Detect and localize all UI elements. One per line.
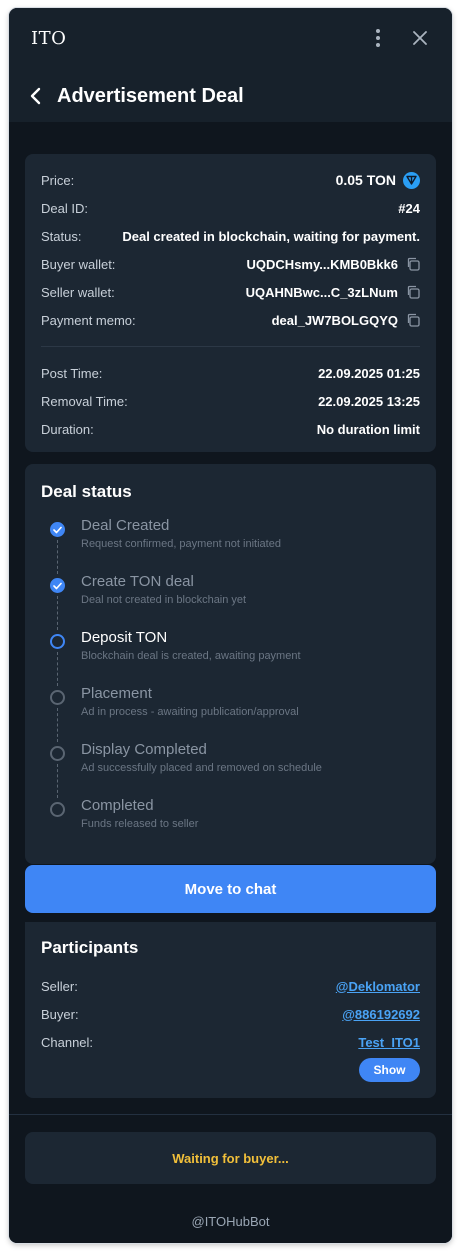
- step-subtitle: Ad in process - awaiting publication/app…: [81, 706, 299, 718]
- step-subtitle: Ad successfully placed and removed on sc…: [81, 762, 322, 774]
- check-icon: [53, 582, 62, 589]
- participants-card: Participants Seller: @Deklomator Buyer: …: [25, 922, 436, 1098]
- seller-wallet-row: Seller wallet: UQAHNBwc...C_3zLNum: [41, 278, 420, 306]
- seller-link[interactable]: @Deklomator: [336, 979, 420, 994]
- deal-id-row: Deal ID: #24: [41, 194, 420, 222]
- close-icon: [413, 31, 427, 45]
- step-circle-icon: [50, 634, 65, 649]
- deal-info-card: Price: 0.05 TON Deal ID: #24 Status: Dea…: [25, 154, 436, 452]
- memo-value: deal_JW7BOLGQYQ: [271, 312, 398, 328]
- channel-link[interactable]: Test_ITO1: [358, 1035, 420, 1050]
- move-to-chat-button[interactable]: Move to chat: [25, 865, 436, 913]
- step-title: Deal Created: [81, 517, 170, 534]
- step-title: Deposit TON: [81, 629, 168, 646]
- status-step: Create TON deal Deal not created in block…: [41, 570, 420, 630]
- step-check-icon: [50, 578, 65, 593]
- participants-title: Participants: [41, 938, 139, 957]
- status-step: Display Completed Ad successfully placed …: [41, 738, 420, 798]
- check-icon: [53, 526, 62, 533]
- status-steps: Deal Created Request confirmed, payment n…: [41, 514, 420, 850]
- price-label: Price:: [41, 172, 75, 188]
- status-step: Deal Created Request confirmed, payment n…: [41, 514, 420, 574]
- step-title: Completed: [81, 797, 154, 814]
- mini-app-window: ITO Advertisement Deal Price: 0.05 TON D…: [9, 8, 452, 1243]
- show-button[interactable]: Show: [359, 1058, 420, 1082]
- buyer-row: Buyer: @886192692: [41, 1000, 420, 1028]
- deal-status-card: Deal status Deal Created Request confirme…: [25, 464, 436, 864]
- step-title: Display Completed: [81, 741, 207, 758]
- ton-icon: [403, 171, 420, 189]
- back-button[interactable]: [21, 82, 49, 110]
- status-value: Deal created in blockchain, waiting for …: [122, 228, 420, 244]
- copy-icon[interactable]: [406, 313, 420, 327]
- page-title: Advertisement Deal: [57, 84, 244, 107]
- removal-time-value: 22.09.2025 13:25: [318, 393, 420, 409]
- step-subtitle: Funds released to seller: [81, 818, 199, 830]
- step-subtitle: Request confirmed, payment not initiated: [81, 538, 281, 550]
- buyer-wallet-value: UQDCHsmy...KMB0Bkk6: [246, 256, 398, 272]
- status-step: Placement Ad in process - awaiting public…: [41, 682, 420, 742]
- memo-label: Payment memo:: [41, 312, 136, 328]
- deal-status-title: Deal status: [41, 482, 132, 501]
- step-circle-icon: [50, 746, 65, 761]
- step-circle-icon: [50, 802, 65, 817]
- step-connector: [57, 764, 58, 798]
- price-value: 0.05 TON: [335, 172, 396, 188]
- deal-id-value: #24: [398, 200, 420, 216]
- step-connector: [57, 708, 58, 742]
- buyer-wallet-label: Buyer wallet:: [41, 256, 116, 272]
- copy-icon[interactable]: [406, 257, 420, 271]
- back-arrow-icon: [30, 87, 41, 105]
- seller-wallet-value: UQAHNBwc...C_3zLNum: [245, 284, 398, 300]
- more-vertical-icon: [376, 29, 380, 47]
- price-row: Price: 0.05 TON: [41, 166, 420, 194]
- duration-label: Duration:: [41, 421, 94, 437]
- buyer-label: Buyer:: [41, 1006, 79, 1022]
- divider: [41, 346, 420, 347]
- memo-group: deal_JW7BOLGQYQ: [272, 313, 420, 328]
- step-circle-icon: [50, 690, 65, 705]
- page-header: Advertisement Deal: [9, 68, 452, 124]
- step-title: Placement: [81, 685, 152, 702]
- price-value-group: 0.05 TON: [335, 171, 420, 189]
- seller-label: Seller:: [41, 978, 78, 994]
- status-step: Deposit TON Blockchain deal is created, a…: [41, 626, 420, 686]
- close-button[interactable]: [408, 26, 432, 50]
- seller-wallet-label: Seller wallet:: [41, 284, 115, 300]
- copy-icon[interactable]: [406, 285, 420, 299]
- post-time-value: 22.09.2025 01:25: [318, 365, 420, 381]
- seller-wallet-group: UQAHNBwc...C_3zLNum: [246, 285, 420, 300]
- step-title: Create TON deal: [81, 573, 194, 590]
- status-label: Status:: [41, 228, 82, 244]
- divider: [9, 1114, 452, 1115]
- status-step: Completed Funds released to seller: [41, 794, 420, 850]
- post-time-label: Post Time:: [41, 365, 103, 381]
- removal-time-row: Removal Time: 22.09.2025 13:25: [41, 387, 420, 415]
- channel-label: Channel:: [41, 1034, 94, 1050]
- buyer-wallet-row: Buyer wallet: UQDCHsmy...KMB0Bkk6: [41, 250, 420, 278]
- waiting-status: Waiting for buyer...: [25, 1132, 436, 1184]
- memo-row: Payment memo: deal_JW7BOLGQYQ: [41, 306, 420, 334]
- deal-id-label: Deal ID:: [41, 200, 88, 216]
- step-subtitle: Deal not created in blockchain yet: [81, 594, 247, 606]
- footer-bot-name: @ITOHubBot: [191, 1214, 270, 1229]
- step-connector: [57, 652, 58, 686]
- step-subtitle: Blockchain deal is created, awaiting pay…: [81, 650, 301, 662]
- buyer-wallet-group: UQDCHsmy...KMB0Bkk6: [247, 257, 420, 272]
- buyer-link[interactable]: @886192692: [342, 1007, 420, 1022]
- titlebar: ITO: [9, 8, 452, 68]
- step-check-icon: [50, 522, 65, 537]
- status-row: Status: Deal created in blockchain, wait…: [41, 222, 420, 250]
- channel-row: Channel: Test_ITO1: [41, 1028, 420, 1056]
- step-connector: [57, 540, 58, 574]
- app-title: ITO: [31, 27, 67, 49]
- more-menu-button[interactable]: [366, 26, 390, 50]
- duration-value: No duration limit: [316, 421, 420, 437]
- content-area: Price: 0.05 TON Deal ID: #24 Status: Dea…: [9, 122, 452, 1243]
- step-connector: [57, 596, 58, 630]
- duration-row: Duration: No duration limit: [41, 415, 420, 443]
- seller-row: Seller: @Deklomator: [41, 972, 420, 1000]
- removal-time-label: Removal Time:: [41, 393, 128, 409]
- post-time-row: Post Time: 22.09.2025 01:25: [41, 359, 420, 387]
